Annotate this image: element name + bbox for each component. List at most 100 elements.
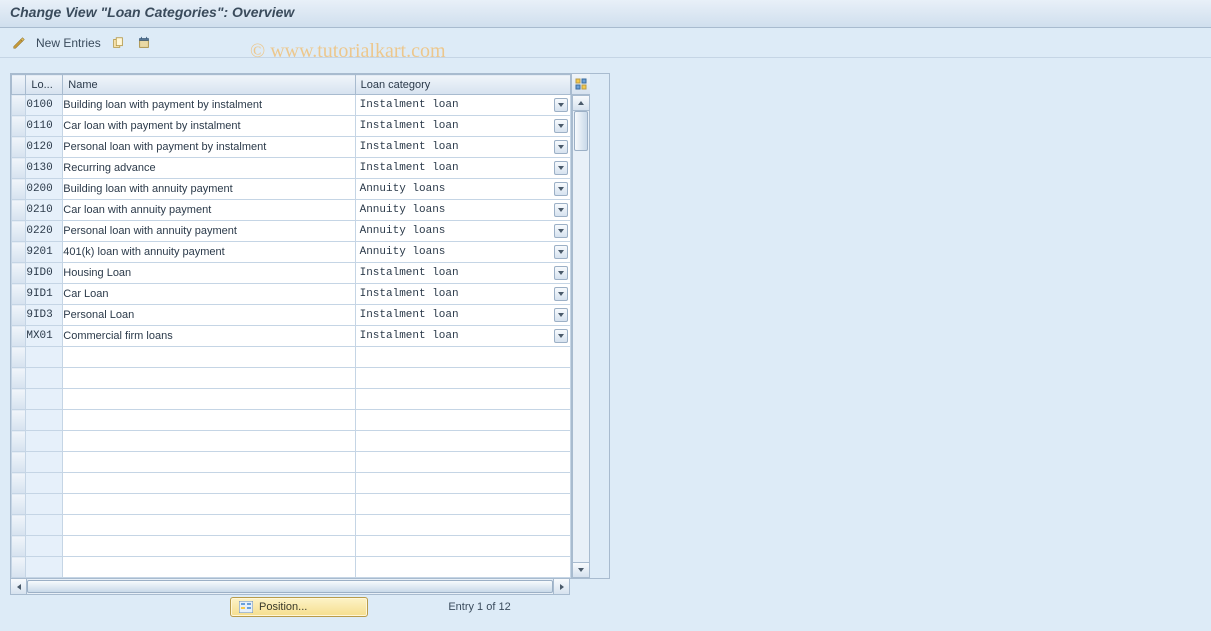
cell-code[interactable] bbox=[26, 389, 63, 410]
row-selector[interactable] bbox=[12, 347, 26, 368]
cell-category[interactable]: Instalment loan bbox=[355, 263, 570, 284]
dropdown-icon[interactable] bbox=[554, 119, 568, 133]
row-selector[interactable] bbox=[12, 368, 26, 389]
cell-category[interactable]: Instalment loan bbox=[355, 158, 570, 179]
dropdown-icon[interactable] bbox=[554, 308, 568, 322]
position-button[interactable]: Position... bbox=[230, 597, 368, 617]
cell-name[interactable]: Personal loan with annuity payment bbox=[63, 221, 355, 242]
cell-category[interactable]: Annuity loans bbox=[355, 200, 570, 221]
vertical-scrollbar[interactable] bbox=[571, 74, 590, 578]
cell-code[interactable]: 0110 bbox=[26, 116, 63, 137]
cell-category[interactable]: Annuity loans bbox=[355, 179, 570, 200]
scroll-right-button[interactable] bbox=[553, 579, 569, 594]
cell-code[interactable] bbox=[26, 557, 63, 578]
row-selector[interactable] bbox=[12, 179, 26, 200]
cell-category[interactable]: Annuity loans bbox=[355, 221, 570, 242]
cell-code[interactable]: 0120 bbox=[26, 137, 63, 158]
column-header-code[interactable]: Lo... bbox=[26, 75, 63, 95]
row-selector[interactable] bbox=[12, 473, 26, 494]
cell-category[interactable] bbox=[355, 536, 570, 557]
cell-category[interactable]: Instalment loan bbox=[355, 284, 570, 305]
cell-category[interactable]: Instalment loan bbox=[355, 305, 570, 326]
cell-name[interactable]: Housing Loan bbox=[63, 263, 355, 284]
row-selector[interactable] bbox=[12, 515, 26, 536]
toggle-edit-icon[interactable] bbox=[10, 34, 28, 52]
cell-name[interactable] bbox=[63, 494, 355, 515]
cell-category[interactable]: Instalment loan bbox=[355, 116, 570, 137]
cell-name[interactable] bbox=[63, 473, 355, 494]
row-selector[interactable] bbox=[12, 536, 26, 557]
cell-code[interactable]: 0210 bbox=[26, 200, 63, 221]
row-selector[interactable] bbox=[12, 305, 26, 326]
cell-name[interactable]: 401(k) loan with annuity payment bbox=[63, 242, 355, 263]
cell-code[interactable]: 9ID1 bbox=[26, 284, 63, 305]
scroll-up-button[interactable] bbox=[572, 95, 590, 111]
dropdown-icon[interactable] bbox=[554, 98, 568, 112]
row-selector[interactable] bbox=[12, 242, 26, 263]
cell-name[interactable]: Building loan with payment by instalment bbox=[63, 95, 355, 116]
select-all-corner[interactable] bbox=[12, 75, 26, 95]
row-selector[interactable] bbox=[12, 200, 26, 221]
cell-name[interactable]: Personal loan with payment by instalment bbox=[63, 137, 355, 158]
cell-name[interactable] bbox=[63, 452, 355, 473]
cell-name[interactable]: Car Loan bbox=[63, 284, 355, 305]
cell-name[interactable]: Car loan with payment by instalment bbox=[63, 116, 355, 137]
cell-code[interactable] bbox=[26, 410, 63, 431]
dropdown-icon[interactable] bbox=[554, 287, 568, 301]
cell-category[interactable]: Instalment loan bbox=[355, 137, 570, 158]
cell-category[interactable] bbox=[355, 368, 570, 389]
cell-name[interactable] bbox=[63, 410, 355, 431]
cell-code[interactable]: 0220 bbox=[26, 221, 63, 242]
cell-category[interactable] bbox=[355, 431, 570, 452]
cell-category[interactable] bbox=[355, 494, 570, 515]
cell-name[interactable]: Personal Loan bbox=[63, 305, 355, 326]
row-selector[interactable] bbox=[12, 452, 26, 473]
cell-category[interactable] bbox=[355, 473, 570, 494]
cell-category[interactable] bbox=[355, 410, 570, 431]
dropdown-icon[interactable] bbox=[554, 224, 568, 238]
cell-code[interactable]: MX01 bbox=[26, 326, 63, 347]
new-entries-button[interactable]: New Entries bbox=[36, 36, 101, 50]
row-selector[interactable] bbox=[12, 116, 26, 137]
row-selector[interactable] bbox=[12, 389, 26, 410]
cell-category[interactable] bbox=[355, 389, 570, 410]
cell-name[interactable] bbox=[63, 515, 355, 536]
cell-category[interactable] bbox=[355, 452, 570, 473]
cell-name[interactable] bbox=[63, 536, 355, 557]
cell-code[interactable]: 9ID0 bbox=[26, 263, 63, 284]
cell-category[interactable]: Annuity loans bbox=[355, 242, 570, 263]
cell-name[interactable] bbox=[63, 557, 355, 578]
cell-code[interactable]: 0200 bbox=[26, 179, 63, 200]
cell-code[interactable] bbox=[26, 452, 63, 473]
row-selector[interactable] bbox=[12, 431, 26, 452]
cell-code[interactable] bbox=[26, 515, 63, 536]
row-selector[interactable] bbox=[12, 221, 26, 242]
row-selector[interactable] bbox=[12, 494, 26, 515]
cell-name[interactable] bbox=[63, 347, 355, 368]
dropdown-icon[interactable] bbox=[554, 140, 568, 154]
delete-icon[interactable] bbox=[135, 34, 153, 52]
cell-name[interactable]: Recurring advance bbox=[63, 158, 355, 179]
cell-code[interactable]: 0130 bbox=[26, 158, 63, 179]
hscroll-track[interactable] bbox=[27, 579, 553, 594]
dropdown-icon[interactable] bbox=[554, 203, 568, 217]
cell-name[interactable] bbox=[63, 431, 355, 452]
table-settings-icon[interactable] bbox=[572, 74, 590, 95]
row-selector[interactable] bbox=[12, 158, 26, 179]
row-selector[interactable] bbox=[12, 284, 26, 305]
column-header-category[interactable]: Loan category bbox=[355, 75, 570, 95]
scroll-left-button[interactable] bbox=[11, 579, 27, 594]
hscroll-thumb[interactable] bbox=[27, 580, 553, 593]
cell-name[interactable]: Car loan with annuity payment bbox=[63, 200, 355, 221]
cell-code[interactable]: 9201 bbox=[26, 242, 63, 263]
cell-code[interactable] bbox=[26, 368, 63, 389]
row-selector[interactable] bbox=[12, 410, 26, 431]
cell-category[interactable] bbox=[355, 347, 570, 368]
cell-name[interactable] bbox=[63, 389, 355, 410]
dropdown-icon[interactable] bbox=[554, 266, 568, 280]
copy-icon[interactable] bbox=[109, 34, 127, 52]
cell-name[interactable] bbox=[63, 368, 355, 389]
row-selector[interactable] bbox=[12, 557, 26, 578]
cell-code[interactable] bbox=[26, 494, 63, 515]
cell-category[interactable] bbox=[355, 515, 570, 536]
